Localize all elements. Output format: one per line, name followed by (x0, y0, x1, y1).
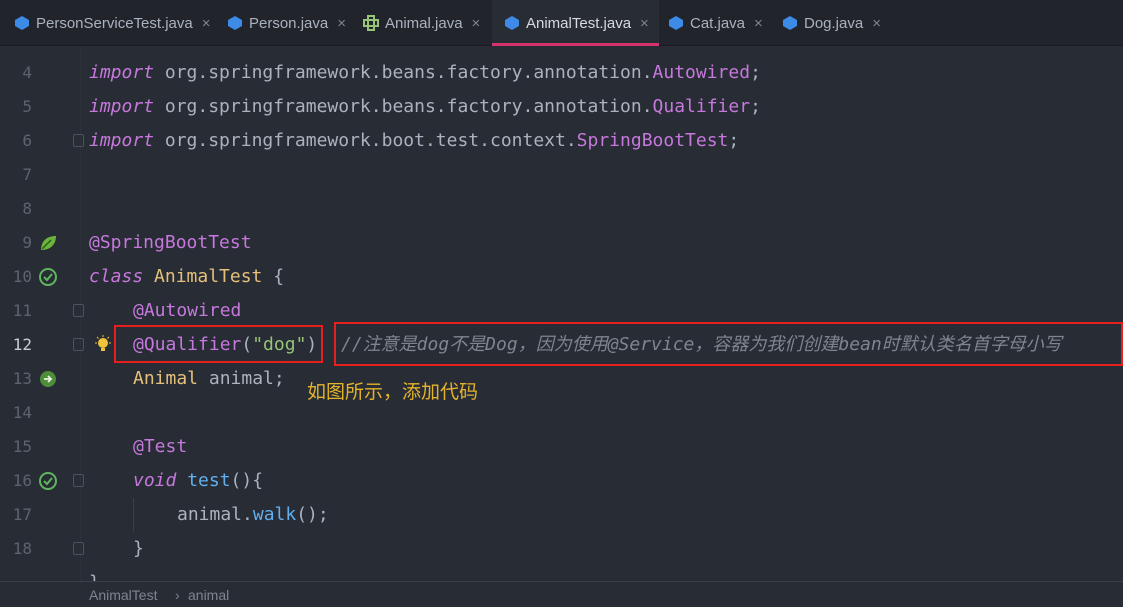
tab-label: Person.java (249, 14, 329, 32)
annotation: @Autowired (133, 300, 242, 321)
semicolon: ; (728, 130, 740, 151)
close-icon[interactable]: × (337, 15, 346, 32)
code-line-6[interactable]: import org.springframework.boot.test.con… (89, 124, 739, 158)
fold-marker[interactable] (73, 474, 84, 487)
parens: (){ (230, 470, 264, 491)
run-test-passed-icon[interactable] (38, 267, 58, 287)
breadcrumb-member[interactable]: animal (188, 587, 229, 603)
java-class-icon (504, 15, 520, 31)
keyword: void (133, 470, 177, 491)
code-line-16[interactable]: void test(){ (133, 464, 263, 498)
java-class-icon (668, 15, 684, 31)
code-line-9[interactable]: @SpringBootTest (89, 226, 252, 260)
line-number: 15 (12, 437, 32, 456)
tab-dog[interactable]: Dog.java × (782, 0, 881, 46)
line-number: 13 (12, 369, 32, 388)
line-number: 18 (12, 539, 32, 558)
line-number: 5 (22, 97, 32, 116)
spring-bean-icon[interactable] (38, 233, 58, 253)
class-ref: Autowired (652, 62, 751, 83)
close-icon[interactable]: × (872, 15, 881, 32)
tab-label: PersonServiceTest.java (36, 14, 193, 32)
brace: } (133, 538, 144, 559)
close-icon[interactable]: × (640, 15, 649, 32)
method-name: test (176, 470, 231, 491)
comment-highlight-box (334, 322, 1123, 366)
package-path: org.springframework.boot.test.context. (154, 130, 577, 151)
line-number: 4 (22, 63, 32, 82)
code-line-15[interactable]: @Test (133, 430, 187, 464)
line-number: 14 (12, 403, 32, 422)
tab-person-service-test[interactable]: PersonServiceTest.java × (14, 0, 211, 46)
annotation-note: 如图所示，添加代码 (307, 381, 479, 403)
tab-label: Dog.java (804, 14, 864, 32)
fold-marker[interactable] (73, 134, 84, 147)
code-line-5[interactable]: import org.springframework.beans.factory… (89, 90, 761, 124)
semicolon: ; (750, 96, 761, 117)
tab-label: Animal.java (385, 14, 463, 32)
type-name: Animal (133, 368, 199, 389)
close-icon[interactable]: × (472, 15, 481, 32)
field-name: animal; (198, 368, 285, 389)
line-number: 12 (12, 335, 32, 354)
java-class-icon (14, 15, 30, 31)
method-call: walk (252, 504, 297, 525)
lightbulb-icon[interactable] (94, 335, 112, 355)
breadcrumb-class[interactable]: AnimalTest (89, 587, 157, 603)
semicolon: ; (750, 62, 761, 83)
class-ref: SpringBootTest (576, 130, 729, 151)
bean-navigation-icon[interactable] (38, 369, 58, 389)
java-class-icon (782, 15, 798, 31)
keyword: class (89, 266, 144, 287)
close-icon[interactable]: × (754, 15, 763, 32)
tab-animal[interactable]: Animal.java × (363, 0, 480, 46)
line-number: 9 (22, 233, 32, 252)
code-line-10[interactable]: class AnimalTest { (89, 260, 284, 294)
line-number: 11 (12, 301, 32, 320)
indent-guide (133, 498, 134, 532)
brace: { (273, 266, 285, 287)
class-name: AnimalTest (143, 266, 274, 287)
annotation: @Test (133, 436, 188, 457)
java-class-icon (227, 15, 243, 31)
code-line-4[interactable]: import org.springframework.beans.factory… (89, 56, 761, 90)
code-line-13[interactable]: Animal animal; (133, 362, 285, 396)
keyword: import (89, 62, 155, 83)
close-icon[interactable]: × (202, 15, 211, 32)
code-line-18[interactable]: } (133, 532, 144, 566)
editor-tab-bar: PersonServiceTest.java × Person.java × A… (0, 0, 1123, 46)
breadcrumb: AnimalTest › animal (0, 581, 1123, 607)
tab-label: AnimalTest.java (526, 14, 632, 32)
code-line-17[interactable]: animal.walk(); (177, 498, 329, 532)
object-ref: animal. (177, 504, 253, 525)
line-number: 17 (12, 505, 32, 524)
fold-marker[interactable] (73, 542, 84, 555)
line-number: 8 (22, 199, 32, 218)
breadcrumb-separator: › (175, 587, 180, 603)
qualifier-highlight-box (114, 325, 323, 363)
line-number: 10 (12, 267, 32, 286)
active-tab-indicator (492, 43, 659, 46)
package-path: org.springframework.beans.factory.annota… (154, 96, 653, 117)
keyword: import (89, 96, 155, 117)
run-test-passed-icon[interactable] (38, 471, 58, 491)
tab-cat[interactable]: Cat.java × (668, 0, 763, 46)
brace: } (89, 572, 100, 581)
line-number: 7 (22, 165, 32, 184)
fold-marker[interactable] (73, 338, 84, 351)
tab-person[interactable]: Person.java × (227, 0, 346, 46)
tab-label: Cat.java (690, 14, 746, 32)
package-path: org.springframework.beans.factory.annota… (154, 62, 653, 83)
fold-marker[interactable] (73, 304, 84, 317)
line-number: 6 (22, 131, 32, 150)
call-parens: (); (296, 504, 329, 525)
java-interface-icon (363, 15, 379, 31)
annotation: @SpringBootTest (89, 232, 252, 253)
class-ref: Qualifier (652, 96, 751, 117)
code-line-19[interactable]: } (89, 566, 100, 581)
code-line-11[interactable]: @Autowired (133, 294, 241, 328)
keyword: import (89, 130, 155, 151)
line-number: 16 (12, 471, 32, 490)
tab-animal-test[interactable]: AnimalTest.java × (492, 0, 659, 46)
